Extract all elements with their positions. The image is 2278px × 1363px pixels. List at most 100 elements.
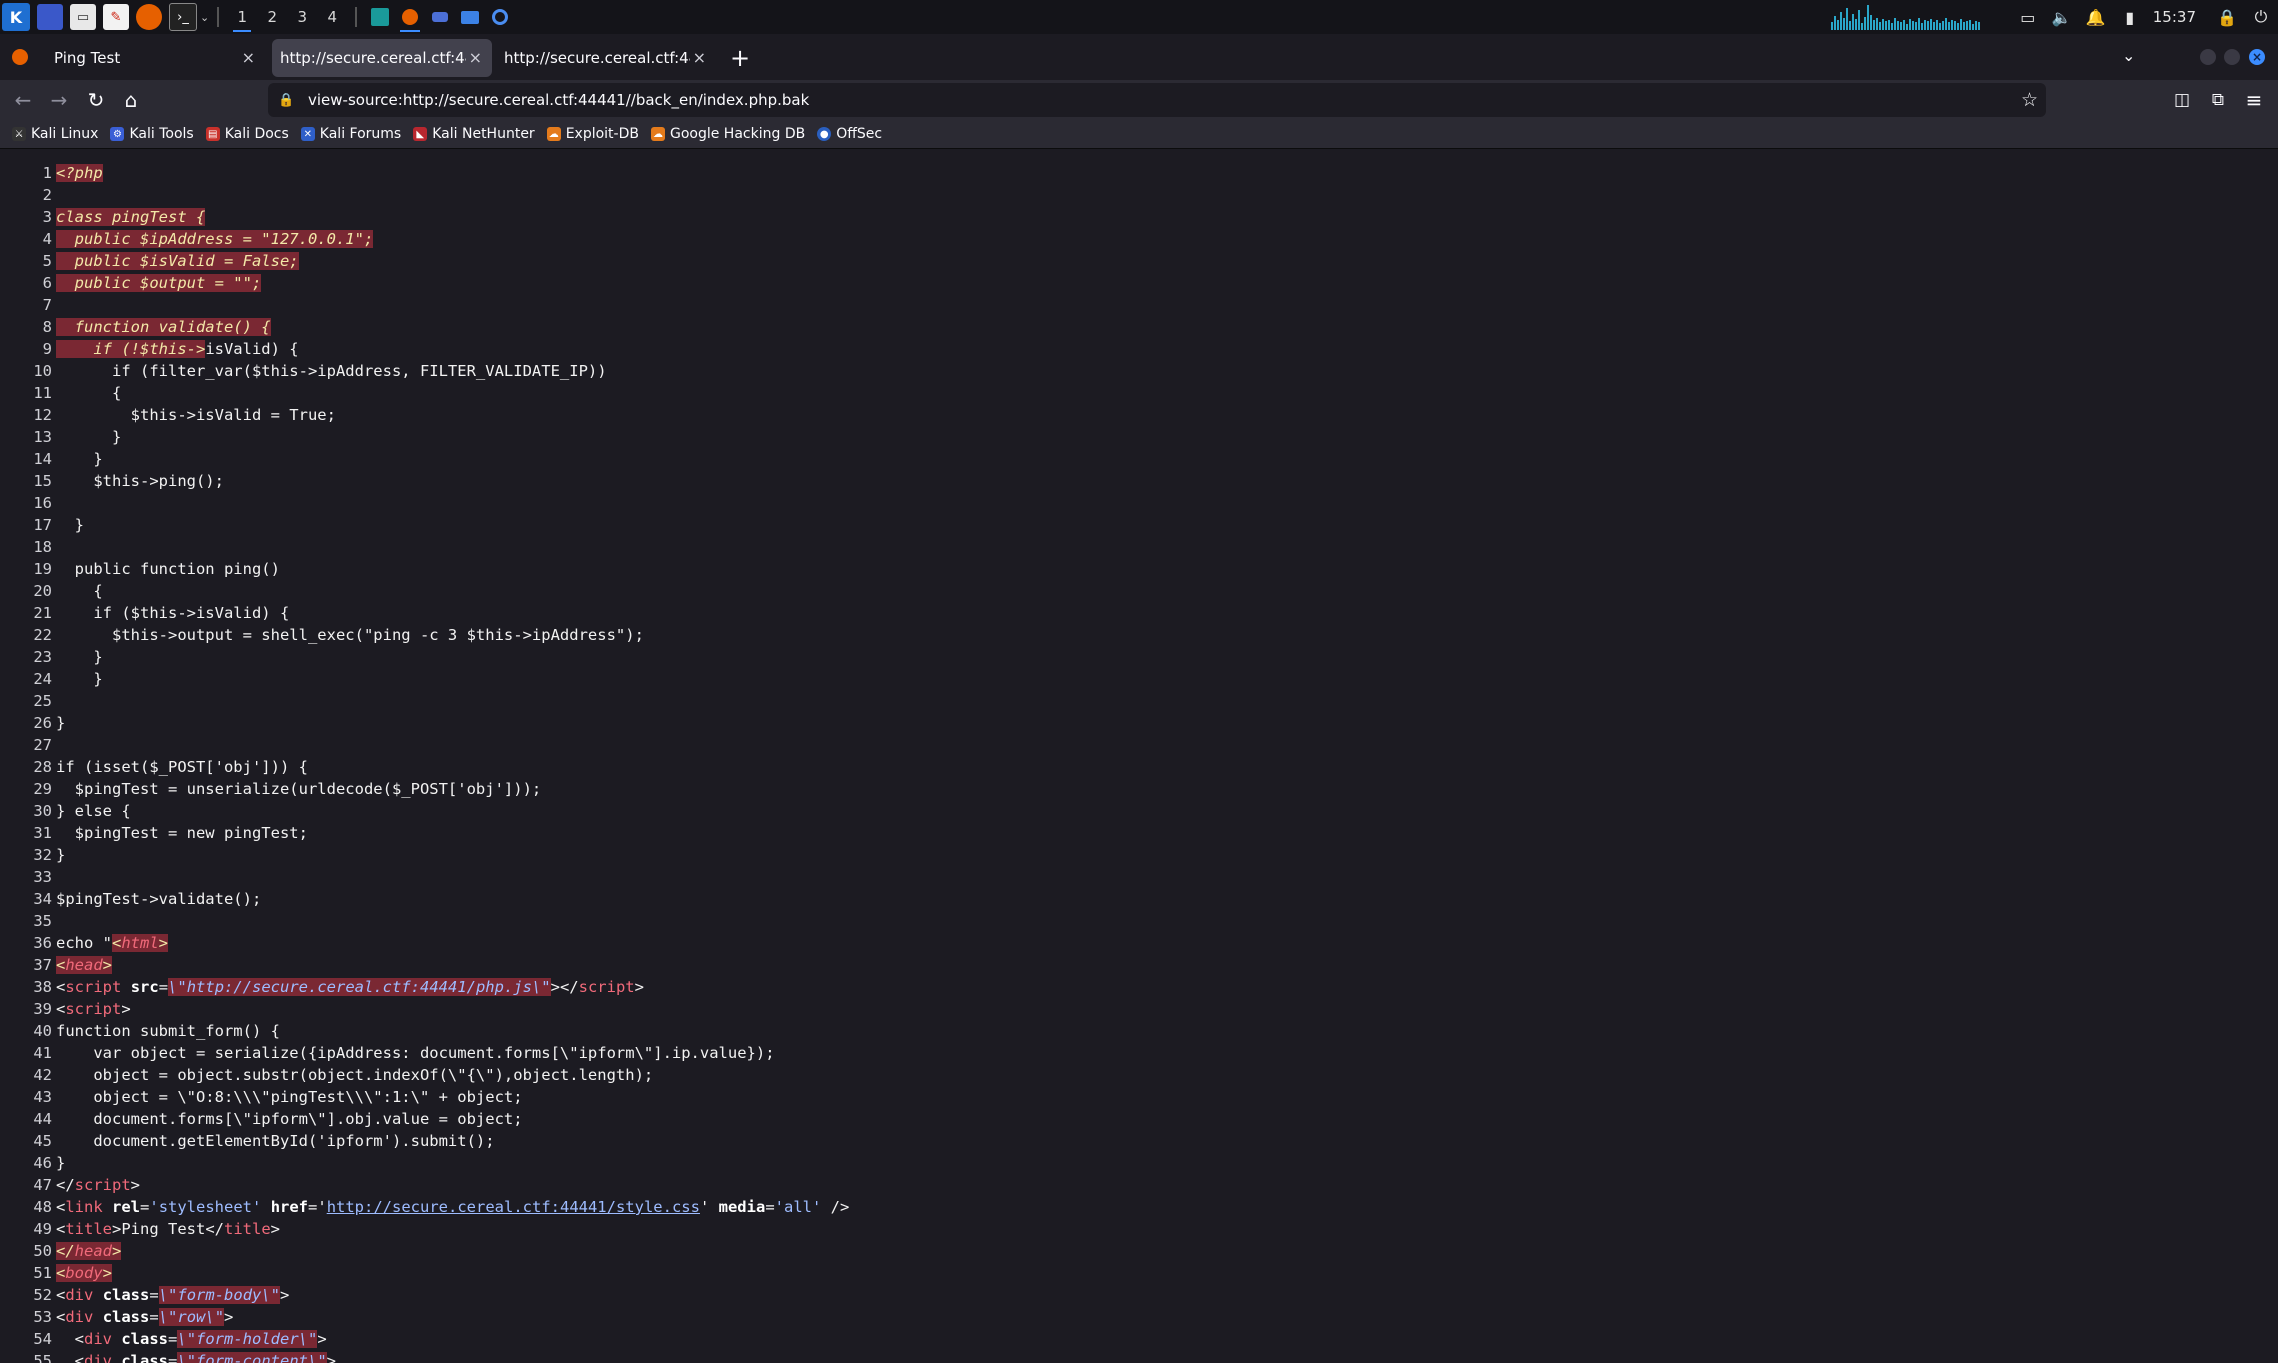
new-tab-button[interactable]: + [726, 44, 754, 72]
terminal-icon[interactable]: ›_ [169, 3, 197, 31]
url-text[interactable]: view-source:http://secure.cereal.ctf:444… [308, 91, 809, 109]
minimize-window-button[interactable] [2200, 49, 2216, 65]
line-code: function submit_form() { [56, 1020, 280, 1042]
window-button-tool[interactable] [425, 0, 455, 34]
reload-icon[interactable]: ↻ [82, 86, 110, 114]
bookmark-exploit-db[interactable]: ☁ Exploit-DB [546, 126, 639, 142]
source-line: 50 </head> [0, 1240, 2278, 1262]
page-info-icon[interactable]: 🔒 [278, 93, 294, 108]
source-line: 33 [0, 866, 2278, 888]
list-all-tabs-icon[interactable]: ⌄ [2122, 46, 2135, 65]
workspace-4[interactable]: 4 [317, 0, 347, 34]
line-number: 12 [33, 406, 52, 424]
workspace-1[interactable]: 1 [227, 0, 257, 34]
code-token: echo " [56, 934, 112, 952]
code-token: $this->ping(); [56, 472, 224, 490]
source-line: 11 { [0, 382, 2278, 404]
source-line: 48 <link rel='stylesheet' href='http://se… [0, 1196, 2278, 1218]
code-token: </ [56, 1176, 75, 1194]
tab-ping-test[interactable]: Ping Test × [40, 39, 265, 77]
line-number: 27 [33, 736, 52, 754]
source-line: 51 <body> [0, 1262, 2278, 1284]
window-button-folder[interactable] [455, 0, 485, 34]
battery-icon[interactable]: ▮ [2113, 0, 2147, 34]
desktop-icon[interactable] [37, 4, 63, 30]
url-bar[interactable]: 🔒 view-source:http://secure.cereal.ctf:4… [268, 83, 2046, 117]
tab-secure-cereal[interactable]: http://secure.cereal.ctf:44441/ × [498, 39, 716, 77]
bookmark-google-hacking-db[interactable]: ☁ Google Hacking DB [650, 126, 805, 142]
code-token: class [102, 1308, 150, 1326]
extensions-icon[interactable]: ⧉ [2204, 86, 2232, 114]
code-token: > [634, 978, 644, 996]
window-button-burp[interactable] [365, 0, 395, 34]
source-line: 32} [0, 844, 2278, 866]
code-token: < [112, 934, 122, 952]
bookmark-offsec[interactable]: ● OffSec [817, 126, 882, 142]
source-line: 9 if (!$this->isValid) { [0, 338, 2278, 360]
window-button-browser[interactable] [485, 0, 515, 34]
pocket-icon[interactable]: ◫ [2168, 86, 2196, 114]
firefox-view-icon[interactable] [12, 49, 28, 65]
volume-icon[interactable]: 🔈 [2045, 0, 2079, 34]
line-number: 55 [33, 1352, 52, 1363]
text-editor-icon[interactable]: ✎ [103, 4, 129, 30]
home-icon[interactable]: ⌂ [117, 86, 145, 114]
kali-menu-icon[interactable]: K [2, 3, 30, 31]
line-code: function validate() { [56, 316, 271, 338]
code-token: > [158, 934, 169, 952]
code-token: < [56, 1220, 66, 1238]
close-icon[interactable]: × [693, 48, 706, 67]
source-line: 28 if (isset($_POST['obj'])) { [0, 756, 2278, 778]
source-link[interactable]: http://secure.cereal.ctf:44441/style.css [327, 1198, 700, 1216]
code-token: > [121, 1000, 131, 1018]
line-number: 20 [33, 582, 52, 600]
source-line: 7 [0, 294, 2278, 316]
line-code: <link rel='stylesheet' href='http://secu… [56, 1196, 849, 1218]
code-token: = [140, 1198, 150, 1216]
line-number: 47 [33, 1176, 52, 1194]
line-code: object = \"O:8:\\\"pingTest\\\":1:\" + o… [56, 1086, 523, 1108]
code-token: link [65, 1198, 103, 1216]
workspace-3[interactable]: 3 [287, 0, 317, 34]
code-token: < [56, 956, 66, 974]
firefox-icon[interactable] [136, 4, 162, 30]
source-line: 8 function validate() { [0, 316, 2278, 338]
workspace-2[interactable]: 2 [257, 0, 287, 34]
source-line: 5 public $isValid = False; [0, 250, 2278, 272]
line-code: } [56, 514, 84, 536]
code-token: function submit_form() { [56, 1022, 280, 1040]
code-token: < [56, 1308, 66, 1326]
forward-arrow-icon[interactable]: → [45, 86, 73, 114]
line-number: 23 [33, 648, 52, 666]
line-code: { [56, 580, 102, 602]
line-code: } [56, 646, 102, 668]
power-icon[interactable]: ⏻ [2244, 0, 2278, 34]
bookmark-kali-nethunter[interactable]: ◣ Kali NetHunter [413, 126, 535, 142]
back-arrow-icon[interactable]: ← [9, 86, 37, 114]
bookmark-kali-docs[interactable]: ▤ Kali Docs [205, 126, 289, 142]
display-icon[interactable]: ▭ [2011, 0, 2045, 34]
bookmark-kali-linux[interactable]: ⚔ Kali Linux [12, 126, 98, 142]
notification-bell-icon[interactable]: 🔔 [2079, 0, 2113, 34]
bookmark-kali-forums[interactable]: ✕ Kali Forums [300, 126, 401, 142]
close-window-button[interactable]: × [2249, 49, 2265, 65]
lock-screen-icon[interactable]: 🔒 [2210, 0, 2244, 34]
bookmark-kali-tools[interactable]: ⚙ Kali Tools [110, 126, 194, 142]
source-line: 53 <div class=\"row\"> [0, 1306, 2278, 1328]
tab-view-source[interactable]: http://secure.cereal.ctf:44441/ × [272, 39, 492, 77]
file-manager-icon[interactable]: ▭ [70, 4, 96, 30]
code-token: 'stylesheet' [149, 1198, 262, 1216]
close-icon[interactable]: × [469, 48, 482, 67]
code-token: object = \"O:8:\\\"pingTest\\\":1:\" + o… [56, 1088, 523, 1106]
close-icon[interactable]: × [242, 48, 255, 67]
code-token: } [56, 670, 103, 688]
chevron-down-icon[interactable]: ⌄ [200, 11, 209, 24]
window-button-firefox[interactable] [395, 0, 425, 34]
bookmark-star-icon[interactable]: ☆ [2021, 89, 2038, 111]
maximize-window-button[interactable] [2224, 49, 2240, 65]
hamburger-menu-icon[interactable]: ≡ [2240, 86, 2268, 114]
line-code: $this->output = shell_exec("ping -c 3 $t… [56, 624, 644, 646]
